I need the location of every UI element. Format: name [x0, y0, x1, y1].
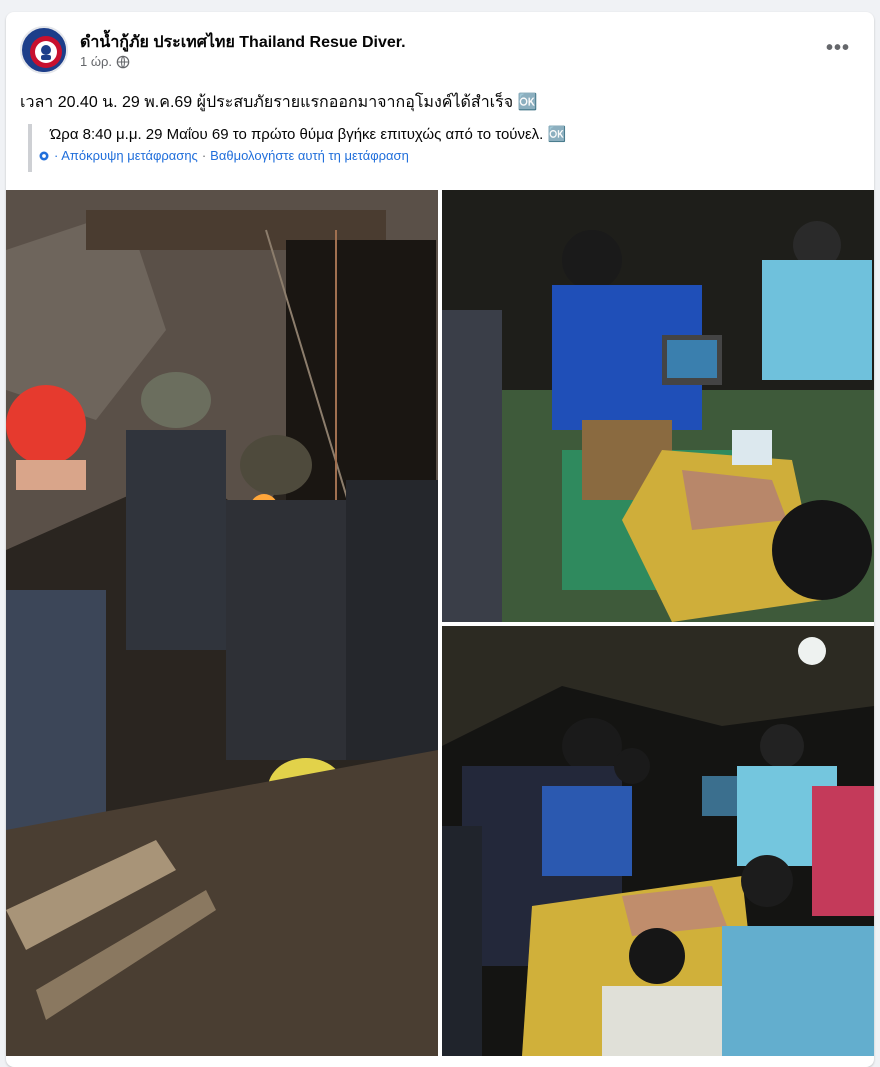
post-message: เวลา 20.40 น. 29 พ.ค.69 ผู้ประสบภัยรายแร… [20, 94, 538, 111]
globe-icon [116, 55, 130, 68]
post-meta: 1 ώρ. [80, 54, 130, 69]
translated-text: Ώρα 8:40 μ.μ. 29 Μαΐου 69 το πρώτο θύμα … [50, 126, 567, 143]
photo-grid [6, 190, 874, 1060]
hide-translation-link[interactable]: · Απόκρυψη μετάφρασης [54, 146, 198, 166]
gear-icon [39, 151, 49, 161]
page-avatar[interactable] [20, 26, 68, 74]
link-separator: · [201, 148, 207, 163]
post-card: ดำน้ำกู้ภัย ประเทศไทย Thailand Resue Div… [6, 12, 874, 1067]
translation-links: · Απόκρυψη μετάφρασης · Βαθμολογήστε αυτ… [38, 146, 848, 166]
post-time[interactable]: 1 ώρ. [80, 54, 112, 69]
photo-medics-night[interactable] [442, 626, 874, 1056]
photo-rescuers-tunnel[interactable] [6, 190, 438, 1056]
post-header: ดำน้ำกู้ภัย ประเทศไทย Thailand Resue Div… [18, 24, 862, 76]
rate-translation-link[interactable]: Βαθμολογήστε αυτή τη μετάφραση [210, 146, 409, 166]
photo-medics-treating[interactable] [442, 190, 874, 622]
avatar-logo-icon [24, 30, 66, 72]
more-options-icon: ••• [825, 36, 850, 59]
translation-block: Ώρα 8:40 μ.μ. 29 Μαΐου 69 το πρώτο θύμα … [28, 124, 848, 172]
more-options-button[interactable]: ••• [820, 30, 856, 66]
page-name-link[interactable]: ดำน้ำกู้ภัย ประเทศไทย Thailand Resue Div… [80, 30, 406, 55]
